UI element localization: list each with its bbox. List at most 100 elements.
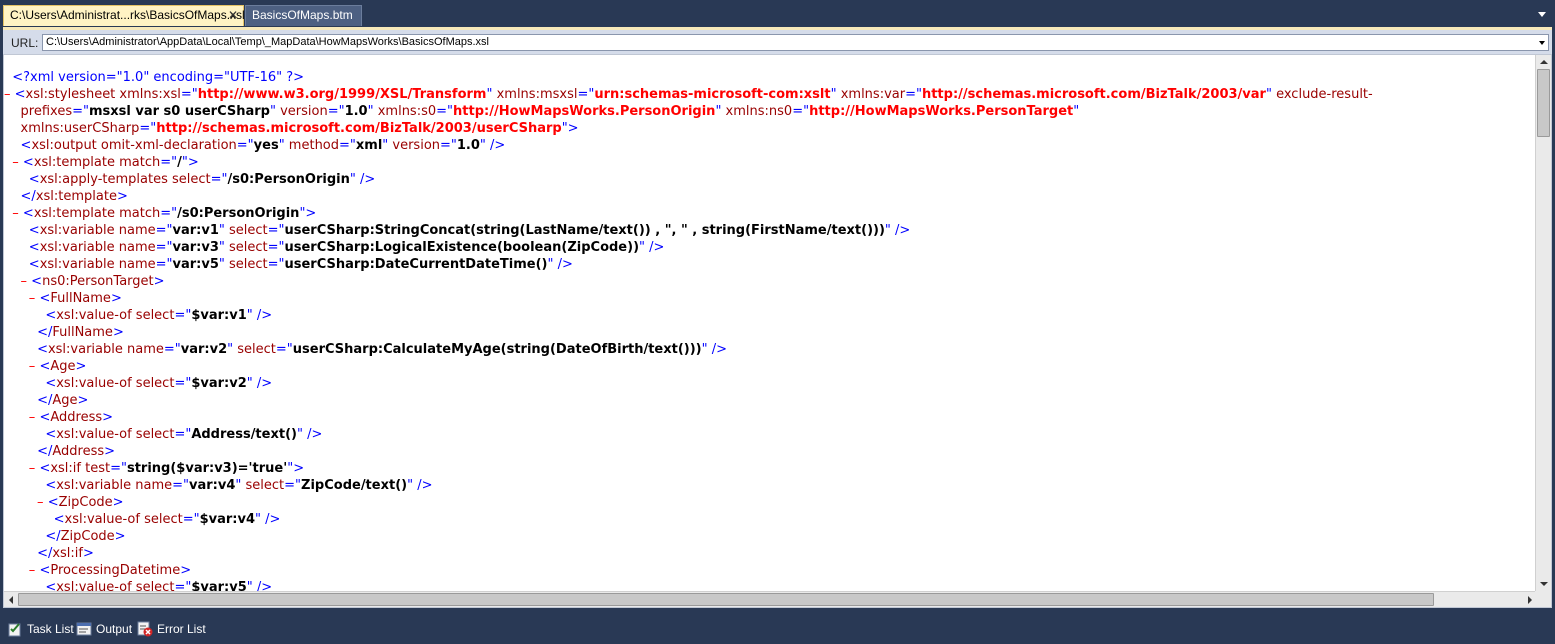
horizontal-scroll-thumb[interactable] bbox=[18, 593, 1434, 606]
code-token: =" bbox=[110, 461, 127, 476]
url-value[interactable]: C:\Users\Administrator\AppData\Local\Tem… bbox=[46, 36, 489, 48]
code-token: < bbox=[39, 563, 51, 578]
code-token: name bbox=[114, 240, 156, 255]
tab-basicsofmaps-xsl[interactable]: C:\Users\Administrat...rks\BasicsOfMaps.… bbox=[3, 5, 245, 26]
error-list-label: Error List bbox=[157, 622, 206, 636]
tool-window-bar: Task List Output Error List bbox=[0, 612, 1555, 644]
chevron-down-icon[interactable] bbox=[1538, 12, 1546, 17]
collapse-toggle[interactable]: – bbox=[4, 410, 39, 425]
collapse-toggle[interactable]: – bbox=[4, 563, 39, 578]
code-token: xmlns:var bbox=[836, 87, 906, 102]
code-token: 1.0 bbox=[456, 138, 480, 153]
code-token: =" bbox=[174, 376, 192, 391]
code-token: " /> bbox=[884, 223, 911, 238]
code-token: =" bbox=[440, 138, 457, 153]
code-token: xsl:template bbox=[35, 189, 117, 204]
code-token: =" bbox=[436, 104, 454, 119]
code-token: $var:v2 bbox=[191, 376, 247, 391]
code-token: name bbox=[131, 478, 173, 493]
code-token: FullName bbox=[52, 325, 113, 340]
code-token: string($var:v3)='true' bbox=[126, 461, 288, 476]
code-token: select bbox=[224, 240, 268, 255]
vertical-scrollbar[interactable] bbox=[1535, 55, 1551, 591]
tab-basicsofmaps-btm[interactable]: BasicsOfMaps.btm bbox=[245, 5, 362, 26]
collapse-toggle[interactable]: – bbox=[4, 206, 23, 221]
collapse-toggle[interactable]: – bbox=[4, 495, 48, 510]
code-token: var:v4 bbox=[189, 478, 236, 493]
code-token: select bbox=[131, 376, 175, 391]
code-token: =" bbox=[155, 257, 173, 272]
code-token: </ bbox=[37, 325, 53, 340]
output-tab[interactable]: Output bbox=[76, 618, 132, 640]
xml-viewer: <?xml version="1.0" encoding="UTF-16" ?>… bbox=[3, 54, 1552, 608]
code-token: http://HowMapsWorks.PersonOrigin bbox=[453, 104, 716, 119]
code-token: < bbox=[45, 427, 57, 442]
chevron-down-icon[interactable] bbox=[1539, 41, 1545, 45]
output-icon bbox=[76, 622, 92, 636]
close-icon[interactable]: ✕ bbox=[228, 6, 238, 25]
code-token: =" bbox=[267, 223, 285, 238]
code-token: xsl:template bbox=[33, 155, 115, 170]
collapse-toggle[interactable]: – bbox=[4, 274, 31, 289]
code-line: </FullName> bbox=[4, 324, 1537, 341]
horizontal-scrollbar[interactable] bbox=[4, 591, 1537, 607]
code-token: var:v2 bbox=[180, 342, 228, 357]
code-token: > bbox=[114, 529, 126, 544]
code-token: Age bbox=[52, 393, 78, 408]
code-token: ZipCode bbox=[58, 495, 113, 510]
code-token: =" bbox=[792, 104, 810, 119]
code-token: < bbox=[39, 410, 51, 425]
scroll-down-arrow-icon[interactable] bbox=[1540, 582, 1548, 586]
scroll-right-arrow-icon[interactable] bbox=[1528, 596, 1532, 604]
scrollbar-corner bbox=[1535, 591, 1551, 607]
vertical-scroll-thumb[interactable] bbox=[1537, 69, 1550, 137]
code-token: > bbox=[77, 393, 89, 408]
code-token: < bbox=[31, 274, 43, 289]
collapse-toggle[interactable]: – bbox=[4, 291, 39, 306]
code-token: select bbox=[131, 427, 175, 442]
code-token: version bbox=[388, 138, 441, 153]
code-token: " /> bbox=[246, 580, 273, 591]
code-token: xmlns:userCSharp bbox=[4, 121, 140, 136]
url-combobox[interactable]: C:\Users\Administrator\AppData\Local\Tem… bbox=[42, 34, 1549, 51]
task-list-tab[interactable]: Task List bbox=[7, 618, 74, 640]
code-token: </ bbox=[45, 529, 61, 544]
code-token: select bbox=[224, 223, 268, 238]
code-line: – <ZipCode> bbox=[4, 494, 1537, 511]
code-token: version bbox=[275, 104, 328, 119]
code-token: < bbox=[45, 478, 57, 493]
code-token: =" bbox=[174, 580, 192, 591]
code-token: " /> bbox=[296, 427, 323, 442]
tab-label: C:\Users\Administrat...rks\BasicsOfMaps.… bbox=[10, 8, 245, 22]
collapse-toggle[interactable]: – bbox=[4, 155, 23, 170]
scroll-left-arrow-icon[interactable] bbox=[9, 596, 13, 604]
code-token: =" bbox=[267, 240, 285, 255]
code-token: select bbox=[224, 257, 268, 272]
code-token: xsl:variable bbox=[39, 240, 115, 255]
code-token: select bbox=[131, 580, 175, 591]
collapse-toggle[interactable]: – bbox=[4, 87, 15, 102]
collapse-toggle[interactable]: – bbox=[4, 461, 39, 476]
code-token: > bbox=[112, 325, 124, 340]
error-list-tab[interactable]: Error List bbox=[137, 618, 206, 640]
code-token: xmlns:ns0 bbox=[721, 104, 793, 119]
code-token: < bbox=[22, 206, 34, 221]
code-token: http://schemas.microsoft.com/BizTalk/200… bbox=[921, 87, 1266, 102]
code-token: < bbox=[45, 580, 57, 591]
collapse-toggle[interactable]: – bbox=[4, 359, 39, 374]
code-line: </xsl:if> bbox=[4, 545, 1537, 562]
code-token: =" bbox=[210, 172, 228, 187]
code-token: =" bbox=[905, 87, 922, 102]
code-token: xsl:value-of bbox=[56, 308, 132, 323]
code-token: userCSharp:CalculateMyAge(string(DateOfB… bbox=[292, 342, 702, 357]
code-line: <xsl:variable name="var:v5" select="user… bbox=[4, 256, 1537, 273]
scroll-up-arrow-icon[interactable] bbox=[1540, 60, 1548, 64]
